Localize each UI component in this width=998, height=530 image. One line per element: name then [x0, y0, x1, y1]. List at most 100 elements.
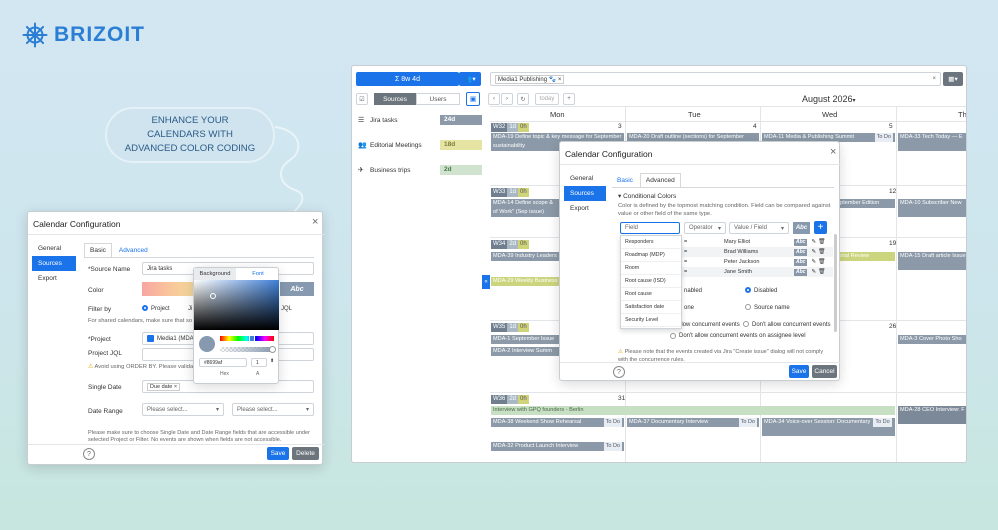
add-source-button[interactable]: ▣	[466, 92, 480, 106]
tab-basic[interactable]: Basic	[612, 174, 638, 187]
calendar-menu-button[interactable]: ▦▾	[943, 72, 963, 86]
calendar-event[interactable]: MDA-15 Draft article Issue	[898, 252, 966, 270]
refresh-button[interactable]: ↻	[517, 93, 529, 105]
field-option[interactable]: Root cause	[621, 288, 681, 301]
week-label[interactable]: W34 2d 0h	[491, 240, 529, 249]
source-item-jira[interactable]: ☰ Jira tasks 24d	[356, 115, 486, 133]
calendar-event[interactable]: MDA-3 Cover Photo Sho	[898, 335, 966, 344]
trash-icon[interactable]: 🗑	[818, 239, 825, 245]
source-item-editorial[interactable]: 👥 Editorial Meetings 18d	[356, 140, 486, 165]
stepper-icon[interactable]: ⬍	[270, 358, 274, 364]
calendar-event[interactable]: MDA-32 Product Launch Interview To Do	[491, 442, 624, 451]
alpha-input[interactable]: 1	[251, 358, 267, 367]
condition-row[interactable]: = Mary Elliot Abc ✎ 🗑	[680, 237, 833, 247]
operator-select[interactable]: Operator ▾	[684, 222, 726, 234]
calendar-event[interactable]: MDA-10 Subscriber New	[898, 199, 966, 217]
filter-chip[interactable]: Media1 Publishing 🐾 ×	[495, 74, 565, 84]
sidebar-item-sources[interactable]: Sources	[32, 256, 76, 271]
hue-handle[interactable]	[249, 335, 255, 342]
tab-basic[interactable]: Basic	[84, 243, 112, 258]
hue-slider[interactable]	[220, 336, 274, 341]
condition-row[interactable]: = Peter Jackson Abc ✎ 🗑	[680, 257, 833, 267]
edit-icon[interactable]: ✎	[811, 269, 816, 275]
date-range-end-select[interactable]: Please select... ▾	[232, 403, 314, 416]
radio-disabled[interactable]	[745, 287, 751, 293]
condition-style-preview[interactable]: Abc	[794, 248, 808, 256]
color-swatches[interactable]	[142, 282, 194, 296]
picker-tab-font[interactable]: Font	[238, 268, 278, 280]
prev-button[interactable]: ‹	[488, 93, 500, 105]
week-label[interactable]: W32 1d 0h	[491, 123, 529, 132]
cancel-button[interactable]: Cancel	[812, 365, 837, 378]
sidebar-item-general[interactable]: General	[564, 171, 606, 186]
field-option[interactable]: Responders	[621, 236, 681, 249]
trash-icon[interactable]: 🗑	[818, 269, 825, 275]
tab-sources[interactable]: Sources	[374, 93, 416, 105]
calendar-event[interactable]: MDA-29 Weekly Business	[491, 277, 561, 286]
collapse-button[interactable]: ☑	[356, 93, 368, 105]
week-label[interactable]: W35 1d 0h	[491, 323, 529, 332]
week-label[interactable]: W33 1d 0h	[491, 188, 529, 197]
trash-icon[interactable]: 🗑	[818, 259, 825, 265]
scrollbar[interactable]	[834, 234, 837, 332]
today-button[interactable]: today	[535, 93, 559, 105]
picker-tab-background[interactable]: Background	[194, 268, 236, 280]
sidebar-item-general[interactable]: General	[32, 241, 76, 256]
month-title[interactable]: August 2026▾	[802, 94, 856, 104]
add-event-button[interactable]: +	[563, 93, 575, 105]
edit-icon[interactable]: ✎	[811, 259, 816, 265]
help-icon[interactable]: ?	[83, 448, 95, 460]
field-select[interactable]: Field	[620, 222, 680, 234]
hex-input[interactable]: #8699af	[199, 358, 247, 367]
edit-icon[interactable]: ✎	[811, 249, 816, 255]
calendar-event[interactable]: MDA-2 Interview Summ	[491, 347, 559, 356]
delete-button[interactable]: Delete	[292, 447, 319, 460]
range-button[interactable]: Σ 8w 4d	[356, 72, 459, 86]
save-button[interactable]: Save	[267, 447, 289, 460]
alpha-handle[interactable]	[269, 346, 276, 353]
alpha-slider[interactable]	[220, 347, 274, 352]
color-preview-abc[interactable]: Abc	[280, 282, 314, 296]
calendar-event[interactable]: MDA-34 Voice-over Session: Documentary To…	[762, 418, 895, 436]
tab-advanced[interactable]: Advanced	[639, 173, 681, 188]
source-item-trips[interactable]: ✈ Business trips 2d	[356, 165, 486, 183]
radio-source-name[interactable]	[745, 304, 751, 310]
value-select[interactable]: Value / Field ▾	[729, 222, 789, 234]
field-option[interactable]: Security Level	[621, 314, 681, 327]
help-icon[interactable]: ?	[613, 366, 625, 378]
saturation-handle[interactable]	[210, 293, 216, 299]
style-preview-abc[interactable]: Abc	[793, 222, 810, 234]
date-range-start-select[interactable]: Please select... ▾	[142, 403, 224, 416]
saturation-area[interactable]	[194, 280, 279, 330]
add-condition-button[interactable]: +	[814, 221, 827, 234]
calendar-event[interactable]: MDA-28 CEO Interview: F	[898, 406, 966, 424]
sidebar-item-sources[interactable]: Sources	[564, 186, 606, 201]
conditional-colors-header[interactable]: ▾ Conditional Colors	[618, 192, 676, 200]
radio-dont-allow-assignee[interactable]	[670, 333, 676, 339]
close-icon[interactable]: ×	[830, 146, 836, 158]
sidebar-item-export[interactable]: Export	[32, 271, 76, 286]
filter-input[interactable]: Media1 Publishing 🐾 × ×	[490, 72, 941, 86]
calendar-event[interactable]: eptember Edition	[835, 199, 895, 208]
group-users-button[interactable]: 👥▾	[459, 72, 481, 86]
calendar-event[interactable]: MDA-1 September Issue	[491, 335, 559, 344]
condition-style-preview[interactable]: Abc	[794, 238, 808, 246]
calendar-event[interactable]: torial Review	[835, 252, 895, 261]
condition-row[interactable]: = Brad Williams Abc ✎ 🗑	[680, 247, 833, 257]
radio-dont-allow[interactable]	[743, 321, 749, 327]
collapse-sidebar-handle[interactable]: «	[482, 275, 490, 289]
calendar-event[interactable]: Interview with GPQ founders - Berlin	[491, 406, 895, 415]
field-option[interactable]: Satisfaction date	[621, 301, 681, 314]
field-option[interactable]: Roadmap (MDP)	[621, 249, 681, 262]
calendar-event[interactable]: MDA-39 Industry Leaders	[491, 252, 559, 261]
condition-style-preview[interactable]: Abc	[794, 258, 808, 266]
tab-users[interactable]: Users	[416, 93, 460, 105]
tab-advanced[interactable]: Advanced	[114, 244, 153, 257]
condition-style-preview[interactable]: Abc	[794, 268, 808, 276]
trash-icon[interactable]: 🗑	[818, 249, 825, 255]
condition-row[interactable]: = Jane Smith Abc ✎ 🗑	[680, 267, 833, 277]
chip-close-icon[interactable]: ×	[558, 77, 562, 83]
sidebar-item-export[interactable]: Export	[564, 201, 606, 216]
save-button[interactable]: Save	[789, 365, 809, 378]
calendar-event[interactable]: MDA-38 Weekend Show Rehearsal To Do	[491, 418, 624, 427]
